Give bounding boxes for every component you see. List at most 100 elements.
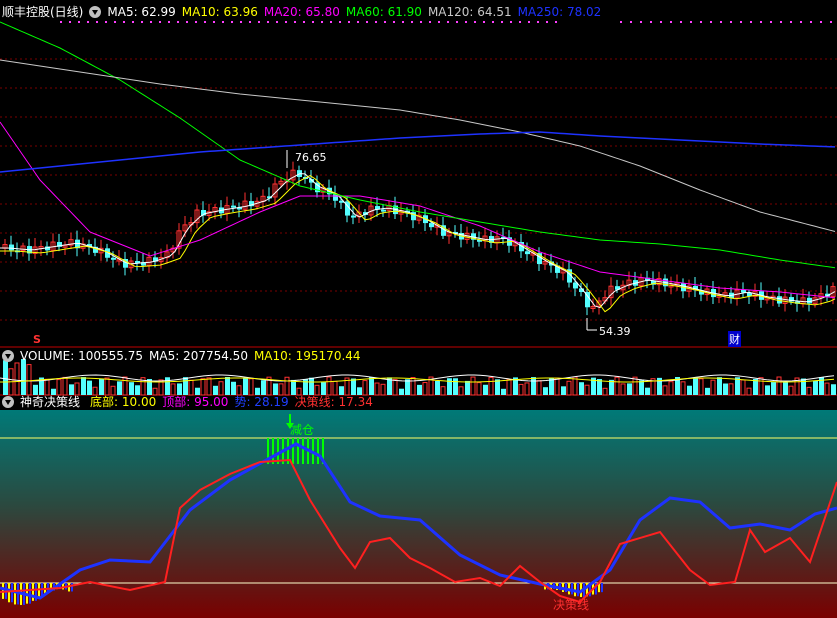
volume-bar	[405, 379, 410, 395]
ma-menu-icon[interactable]	[89, 6, 102, 18]
top-dot	[750, 21, 752, 23]
top-dot	[720, 21, 722, 23]
top-dot	[231, 21, 233, 23]
top-dot	[141, 21, 143, 23]
top-dot	[294, 21, 296, 23]
top-dot	[690, 21, 692, 23]
ma-legend-4: MA120: 64.51	[427, 5, 512, 19]
volume-bar	[3, 360, 8, 395]
top-dot	[303, 21, 305, 23]
ma-legend-5: MA250: 78.02	[517, 5, 602, 19]
top-dot	[87, 21, 89, 23]
top-dot	[630, 21, 632, 23]
top-dot	[159, 21, 161, 23]
volume-bar	[561, 386, 566, 395]
top-dot	[730, 21, 732, 23]
candle-body-down	[381, 209, 386, 212]
top-dot	[820, 21, 822, 23]
top-dot	[680, 21, 682, 23]
top-dot	[240, 21, 242, 23]
volume-bar	[543, 387, 548, 395]
ma-legend-0: MA5: 62.99	[107, 5, 176, 19]
top-dot	[177, 21, 179, 23]
top-dot	[474, 21, 476, 23]
top-dot	[660, 21, 662, 23]
volume-bar	[501, 388, 506, 395]
candle-body-down	[231, 205, 236, 208]
decision-line-label: 决策线	[553, 598, 590, 612]
volume-legend-0: VOLUME: 100555.75	[20, 349, 143, 363]
top-dot	[620, 21, 622, 23]
volume-legend-2: MA10: 195170.44	[253, 349, 361, 363]
volume-bar	[831, 384, 836, 395]
top-dot	[384, 21, 386, 23]
top-dot	[501, 21, 503, 23]
volume-bar	[753, 378, 758, 395]
indicator-legend-3: 决策线: 17.34	[294, 395, 373, 409]
top-dot	[438, 21, 440, 23]
top-dot	[770, 21, 772, 23]
indicator-bg	[0, 410, 837, 618]
top-dot	[810, 21, 812, 23]
volume-bar	[579, 382, 584, 395]
indicator-legend-1: 顶部: 95.00	[162, 395, 229, 409]
top-dot	[800, 21, 802, 23]
finance-marker[interactable]: 财	[728, 331, 741, 347]
top-dot	[366, 21, 368, 23]
top-dot	[790, 21, 792, 23]
volume-bar	[705, 387, 710, 395]
price-chart[interactable]	[0, 0, 837, 348]
top-dot	[69, 21, 71, 23]
top-dot	[492, 21, 494, 23]
top-dot	[375, 21, 377, 23]
top-dot	[132, 21, 134, 23]
volume-bar	[435, 381, 440, 395]
top-dot	[402, 21, 404, 23]
top-dot	[204, 21, 206, 23]
top-dot	[213, 21, 215, 23]
stock-title[interactable]: 顺丰控股(日线)	[2, 5, 83, 19]
candle-body-down	[111, 257, 116, 260]
volume-bar	[783, 381, 788, 395]
volume-bar	[693, 377, 698, 395]
top-dot	[780, 21, 782, 23]
top-dot	[258, 21, 260, 23]
volume-bar	[483, 384, 488, 395]
main-chart-header: 顺丰控股(日线) MA5: 62.99 MA10: 63.96 MA20: 65.80…	[2, 3, 613, 21]
volume-bar	[495, 379, 500, 395]
top-dot	[114, 21, 116, 23]
top-dot	[321, 21, 323, 23]
top-dot	[150, 21, 152, 23]
volume-bar	[417, 384, 422, 395]
ma-legend-1: MA10: 63.96	[181, 5, 258, 19]
top-dot	[760, 21, 762, 23]
top-dot	[710, 21, 712, 23]
volume-bar	[765, 385, 770, 395]
top-dot	[285, 21, 287, 23]
top-dot	[105, 21, 107, 23]
volume-bar	[549, 378, 554, 395]
indicator-header: 神奇决策线 底部: 10.00 顶部: 95.00 势: 28.19 决策线: 17.3…	[2, 393, 385, 411]
top-dot	[195, 21, 197, 23]
volume-bar	[465, 380, 470, 395]
indicator-menu-icon[interactable]	[2, 396, 14, 408]
top-dot	[700, 21, 702, 23]
indicator-chart[interactable]	[0, 410, 837, 618]
volume-bar	[813, 380, 818, 395]
indicator-name[interactable]: 神奇决策线	[20, 395, 80, 409]
volume-menu-icon[interactable]	[2, 350, 14, 362]
top-dot	[357, 21, 359, 23]
volume-bar	[531, 377, 536, 395]
top-dot	[537, 21, 539, 23]
volume-bar	[639, 380, 644, 395]
top-dot	[411, 21, 413, 23]
candle-body-down	[525, 251, 530, 255]
volume-bar	[645, 387, 650, 395]
volume-legend-1: MA5: 207754.50	[149, 349, 248, 363]
volume-bar	[723, 383, 728, 395]
top-dot	[339, 21, 341, 23]
top-dot	[830, 21, 832, 23]
volume-bar	[453, 378, 458, 395]
top-dot	[420, 21, 422, 23]
volume-bar	[687, 385, 692, 395]
